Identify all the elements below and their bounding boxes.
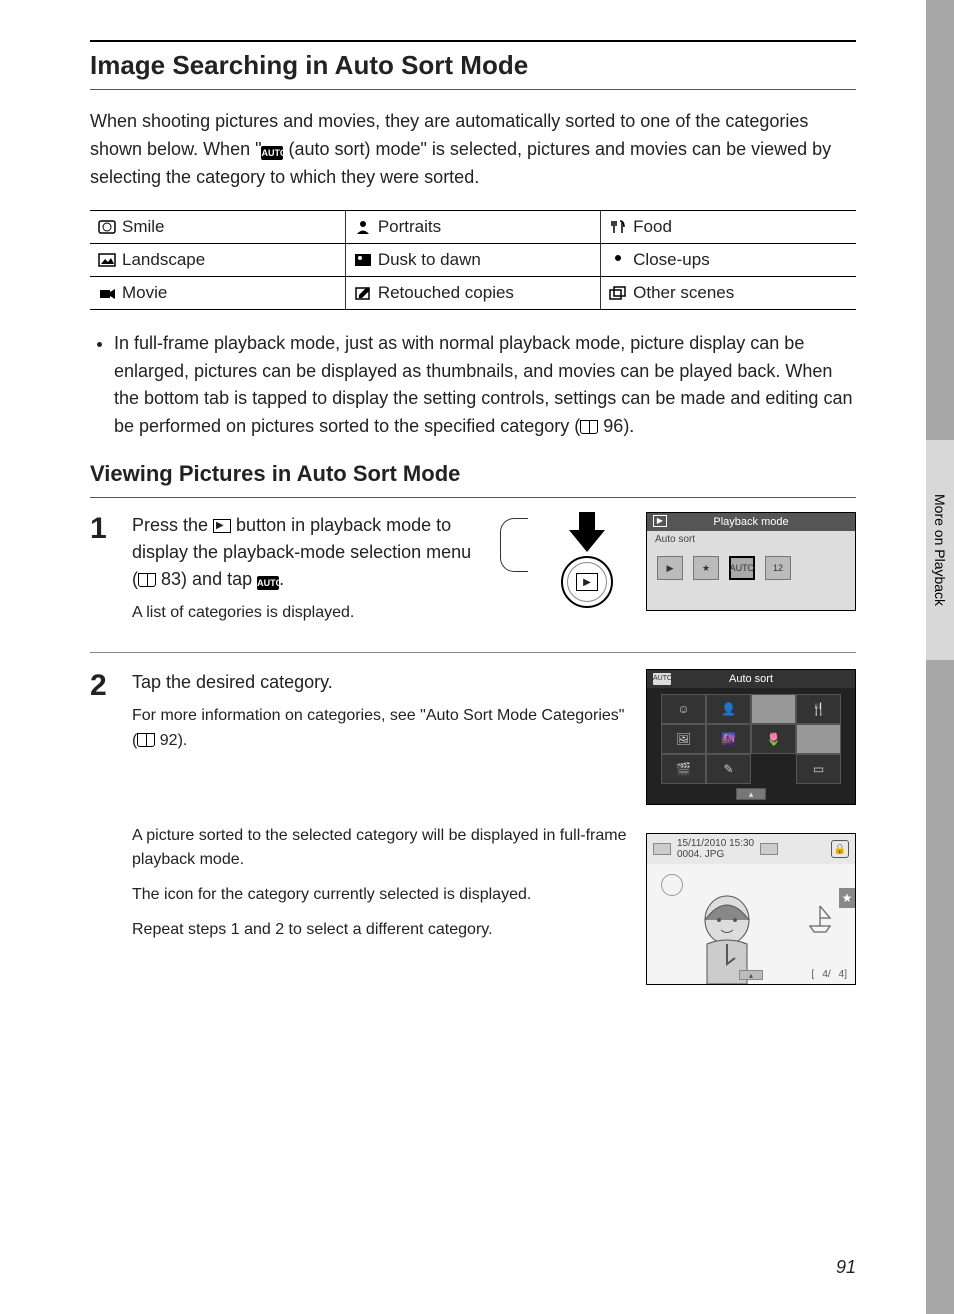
- bullet-list: In full-frame playback mode, just as wit…: [90, 330, 856, 442]
- rule-under-subheading: [90, 497, 856, 498]
- section-heading: Image Searching in Auto Sort Mode: [90, 50, 856, 81]
- grid-portrait-icon[interactable]: 👤: [706, 694, 751, 724]
- auto-chip-icon: [653, 843, 671, 855]
- screen-titlebar: ▶ Playback mode: [647, 513, 855, 531]
- expand-tab-icon[interactable]: ▴: [739, 970, 763, 980]
- favorite-star-icon[interactable]: ★: [839, 888, 855, 908]
- grid-food-icon[interactable]: 🍴: [796, 694, 841, 724]
- other-icon: [609, 285, 627, 301]
- page-ref-icon: [580, 420, 598, 434]
- page-number: 91: [836, 1257, 856, 1278]
- grid-smile-icon[interactable]: ☺: [661, 694, 706, 724]
- step-1: 1 Press the button in playback mode to d…: [90, 512, 856, 636]
- grid-thumb[interactable]: [751, 694, 796, 724]
- step-separator: [90, 652, 856, 653]
- screen2-title: Auto sort: [729, 673, 773, 685]
- grid-thumb[interactable]: [796, 724, 841, 754]
- protect-icon[interactable]: 🔒: [831, 840, 849, 858]
- food-icon: [609, 219, 627, 235]
- pointer-curve: [500, 518, 528, 572]
- fullframe-playback-screen: 15/11/2010 15:30 0004. JPG 🔒 ★: [646, 833, 856, 985]
- rule-under-heading: [90, 89, 856, 90]
- subsection-heading: Viewing Pictures in Auto Sort Mode: [90, 461, 856, 487]
- size-chip-icon: [760, 843, 778, 855]
- grid-movie-icon[interactable]: 🎬: [661, 754, 706, 784]
- step-number: 1: [90, 512, 116, 636]
- boat-illustration: [805, 904, 835, 934]
- photo-preview: ★ ▴: [647, 864, 855, 984]
- step2-p2: The icon for the category currently sele…: [132, 883, 628, 908]
- closeups-icon: [609, 252, 627, 268]
- category-label: Smile: [122, 217, 165, 236]
- expand-tab-icon[interactable]: ▴: [736, 788, 766, 800]
- screen-title: Playback mode: [713, 516, 788, 528]
- step1-title: Press the button in playback mode to dis…: [132, 512, 482, 593]
- grid-closeup-icon[interactable]: 🌷: [751, 724, 796, 754]
- smile-icon: [98, 219, 116, 235]
- photo-counter: [ 4/ 4]: [812, 969, 847, 980]
- grid-landscape-icon[interactable]: 🖼: [661, 724, 706, 754]
- screen-subtitle: Auto sort: [647, 531, 855, 548]
- category-grid: ☺ 👤 🍴 🖼 🌆 🌷 🎬 ✎ ▭: [647, 688, 855, 788]
- category-table: Smile Portraits Food Landscape Dusk to d…: [90, 210, 856, 310]
- grid-retouch-icon[interactable]: ✎: [706, 754, 751, 784]
- rule-top: [90, 40, 856, 42]
- retouched-icon: [354, 285, 372, 301]
- grid-other-icon[interactable]: ▭: [796, 754, 841, 784]
- playback-hardware-button: ▶: [561, 556, 613, 608]
- mode-date-icon[interactable]: 12: [765, 556, 791, 580]
- playback-button-icon: [213, 519, 231, 533]
- page-ref-icon: [137, 733, 155, 747]
- page-ref-icon: [138, 573, 156, 587]
- category-label: Portraits: [378, 217, 441, 236]
- step-2: 2 Tap the desired category. For more inf…: [90, 669, 856, 985]
- portraits-icon: [354, 219, 372, 235]
- category-label: Dusk to dawn: [378, 250, 481, 269]
- bullet-text: In full-frame playback mode, just as wit…: [114, 333, 852, 437]
- play-icon: ▶: [653, 515, 667, 527]
- grid-dusk-icon[interactable]: 🌆: [706, 724, 751, 754]
- screen3-infobar: 15/11/2010 15:30 0004. JPG 🔒: [647, 834, 855, 864]
- category-label: Landscape: [122, 250, 205, 269]
- category-label: Other scenes: [633, 283, 734, 302]
- manual-page: Image Searching in Auto Sort Mode When s…: [0, 0, 926, 1314]
- category-label: Movie: [122, 283, 167, 302]
- auto-chip-icon: AUTO: [653, 673, 671, 685]
- button-press-diagram: ▶: [542, 512, 632, 608]
- screen2-titlebar: AUTO Auto sort: [647, 670, 855, 688]
- sun-illustration: [661, 874, 683, 896]
- category-label: Close-ups: [633, 250, 710, 269]
- step2-title: Tap the desired category.: [132, 669, 628, 696]
- grid-empty: [751, 754, 796, 784]
- autosort-grid-screen: AUTO Auto sort ☺ 👤 🍴 🖼 🌆 🌷: [646, 669, 856, 805]
- step2-p1: A picture sorted to the selected categor…: [132, 824, 628, 874]
- category-label: Food: [633, 217, 672, 236]
- mode-autosort-icon[interactable]: AUTO: [729, 556, 755, 580]
- page-ref-number: 83: [161, 569, 181, 589]
- photo-filename: 0004. JPG: [677, 849, 754, 860]
- page-ref-number: 92: [160, 732, 178, 749]
- mode-icon-row: ▶ ★ AUTO 12: [647, 548, 855, 610]
- chapter-tab: More on Playback: [926, 440, 954, 660]
- step1-desc: A list of categories is displayed.: [132, 601, 482, 626]
- auto-sort-icon: AUTO: [257, 576, 279, 590]
- movie-icon: [98, 285, 116, 301]
- page-ref-number: 96: [603, 416, 623, 436]
- dusk-icon: [354, 252, 372, 268]
- mode-play-icon[interactable]: ▶: [657, 556, 683, 580]
- step2-p3: Repeat steps 1 and 2 to select a differe…: [132, 918, 628, 943]
- bullet-item: In full-frame playback mode, just as wit…: [114, 330, 856, 442]
- auto-sort-icon: AUTO: [261, 146, 283, 160]
- photo-datetime: 15/11/2010 15:30: [677, 838, 754, 849]
- category-label: Retouched copies: [378, 283, 514, 302]
- step2-desc: For more information on categories, see …: [132, 704, 628, 754]
- landscape-icon: [98, 252, 116, 268]
- playback-mode-screen: ▶ Playback mode Auto sort ▶ ★ AUTO 12: [646, 512, 856, 611]
- step-number: 2: [90, 669, 116, 985]
- bullet-text-end: ).: [623, 416, 634, 436]
- intro-paragraph: When shooting pictures and movies, they …: [90, 108, 856, 192]
- mode-favorite-icon[interactable]: ★: [693, 556, 719, 580]
